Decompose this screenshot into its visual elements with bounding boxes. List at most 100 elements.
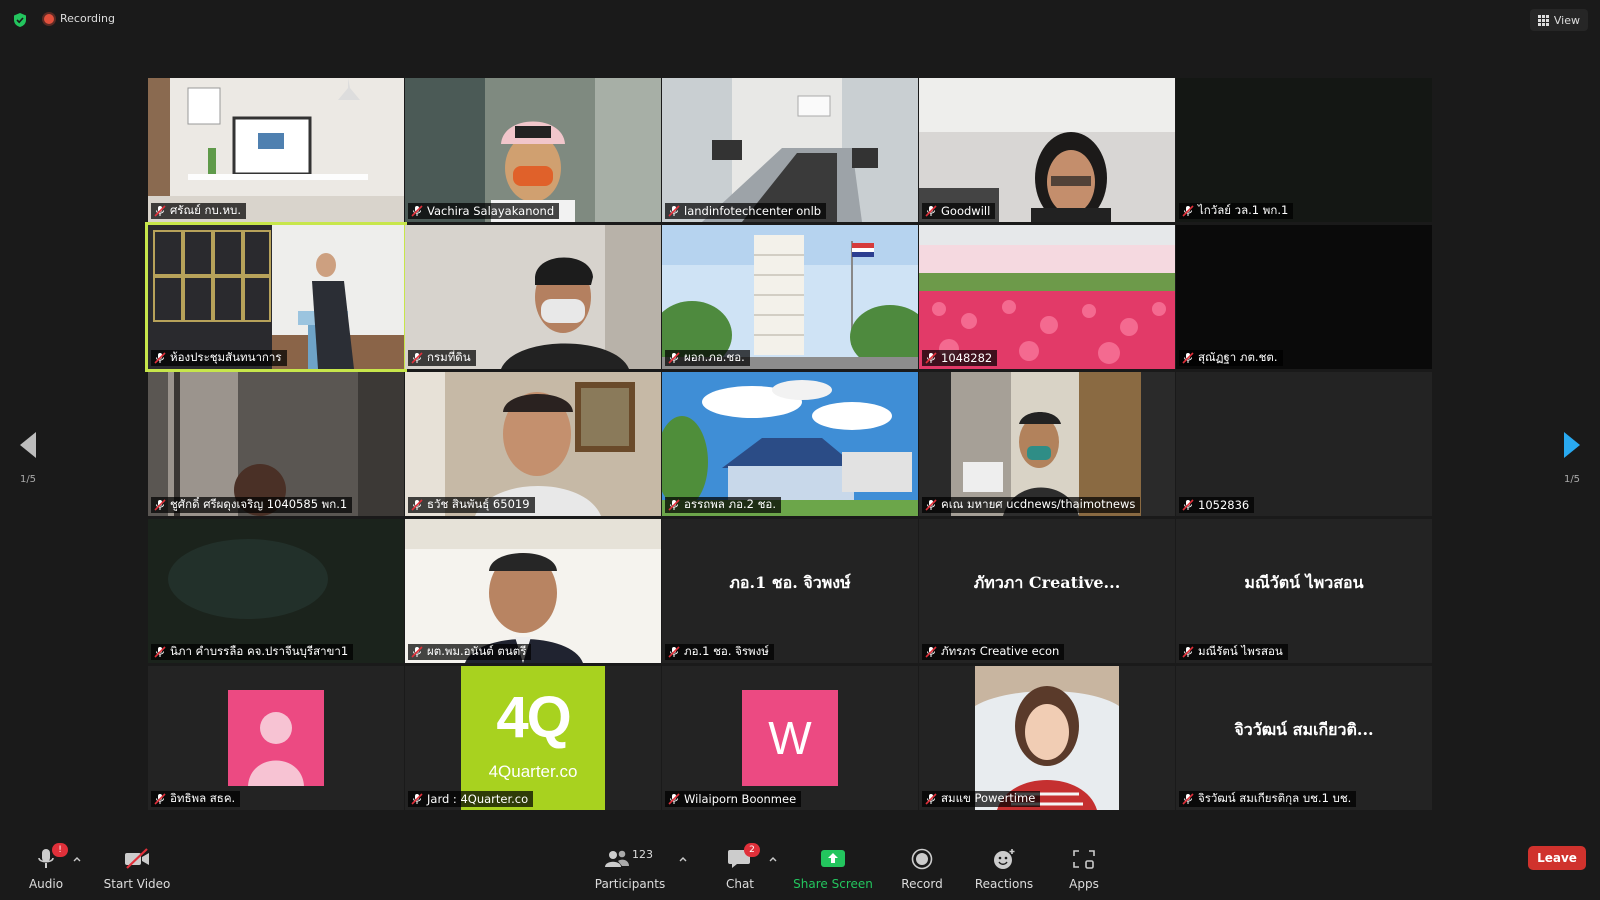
participant-name-label: ผต.พม.อนันต์ ตนตรี: [408, 644, 532, 660]
participant-tile[interactable]: ชูศักดิ์ ศรีผดุงเจริญ 1040585 พก.1: [148, 372, 404, 516]
video-feed: [1176, 225, 1432, 369]
participant-name: ธวัช สินพันธุ์ 65019: [427, 497, 530, 511]
participant-name-label: ผอก.ภอ.ชอ.: [665, 350, 750, 366]
previous-page-button[interactable]: 1/5: [8, 430, 48, 490]
participant-name-label: สุณัฏฐา ภต.ชต.: [1179, 350, 1283, 366]
muted-microphone-icon: [925, 646, 937, 658]
muted-microphone-icon: [1182, 499, 1194, 511]
participant-name-label: 1052836: [1179, 497, 1255, 513]
view-button[interactable]: View: [1529, 9, 1588, 31]
next-page-button[interactable]: 1/5: [1552, 430, 1592, 490]
start-video-label: Start Video: [103, 877, 171, 891]
participant-tile[interactable]: W Wilaiporn Boonmee: [662, 666, 918, 810]
chat-button[interactable]: 2 Chat: [722, 838, 760, 900]
muted-microphone-icon: [668, 646, 680, 658]
reactions-button[interactable]: Reactions: [975, 838, 1033, 900]
participant-name-label: สมแข Powertime: [922, 791, 1041, 807]
participant-name: คเณ มหายศ ucdnews/thaimotnews: [941, 497, 1136, 511]
security-shield-icon[interactable]: [12, 12, 28, 28]
participant-name: ห้องประชุมสันทนาการ: [170, 350, 282, 364]
letter-avatar: W: [742, 690, 838, 786]
muted-microphone-icon: [1182, 352, 1194, 364]
muted-microphone-icon: [411, 205, 423, 217]
participant-tile[interactable]: ภอ.1 ชอ. จิวพงษ์ ภอ.1 ชอ. จิรพงษ์: [662, 519, 918, 663]
participant-tile[interactable]: นิภา คำบรรลือ คจ.ปราจีนบุรีสาขา1: [148, 519, 404, 663]
participant-display-name: ภอ.1 ชอ. จิวพงษ์: [729, 573, 851, 592]
chat-options-chevron-icon[interactable]: [768, 854, 778, 864]
participant-display-name: มณีวัตน์ ไพวสอน: [1244, 573, 1364, 592]
participant-name-label: คเณ มหายศ ucdnews/thaimotnews: [922, 497, 1141, 513]
participant-tile[interactable]: 1052836: [1176, 372, 1432, 516]
audio-warning-badge: !: [52, 843, 68, 857]
muted-microphone-icon: [411, 499, 423, 511]
participant-tile[interactable]: 1048282: [919, 225, 1175, 369]
video-feed: [919, 78, 1175, 222]
participant-tile[interactable]: จิววัฒน์ สมเกียวติ... จิรวัฒน์ สมเกียรติก…: [1176, 666, 1432, 810]
participants-button[interactable]: 123 Participants: [595, 838, 666, 900]
video-feed: [405, 519, 661, 663]
share-screen-icon: [821, 850, 845, 867]
grid-view-icon: [1537, 14, 1549, 26]
participant-tile[interactable]: 4Q 4Quarter.co Jard : 4Quarter.co: [405, 666, 661, 810]
participants-options-chevron-icon[interactable]: [678, 854, 688, 864]
participant-tile[interactable]: สมแข Powertime: [919, 666, 1175, 810]
logo-wordmark: 4Quarter.co: [488, 762, 578, 781]
meeting-toolbar: ! Audio Start Video 123 Participants 2 C…: [0, 838, 1600, 900]
video-feed: [919, 666, 1175, 810]
participant-tile[interactable]: ห้องประชุมสันทนาการ: [145, 222, 407, 372]
apps-icon: [1073, 850, 1095, 869]
arrow-right-icon: [1564, 432, 1580, 458]
muted-microphone-icon: [925, 499, 937, 511]
participant-tile[interactable]: ธวัช สินพันธุ์ 65019: [405, 372, 661, 516]
participant-name: ผต.พม.อนันต์ ตนตรี: [427, 644, 527, 658]
leave-meeting-button[interactable]: Leave: [1528, 846, 1586, 870]
audio-options-chevron-icon[interactable]: [72, 854, 82, 864]
participant-name-label: อิทธิพล สธค.: [151, 791, 241, 807]
participant-name: กรมที่ดิน: [427, 350, 471, 364]
video-feed: [662, 78, 918, 222]
participant-name: ไกวัลย์ วล.1 พก.1: [1198, 203, 1289, 217]
record-button[interactable]: Record: [900, 838, 944, 900]
participant-tile[interactable]: อิทธิพล สธค.: [148, 666, 404, 810]
participant-name-label: นิภา คำบรรลือ คจ.ปราจีนบุรีสาขา1: [151, 644, 354, 660]
participant-tile[interactable]: ไกวัลย์ วล.1 พก.1: [1176, 78, 1432, 222]
avatar-letter: W: [768, 712, 812, 764]
participant-tile[interactable]: ภัทวภา Creative... ภัทรภร Creative econ: [919, 519, 1175, 663]
muted-microphone-icon: [1182, 793, 1194, 805]
participant-name: จิรวัฒน์ สมเกียรติกุล บช.1 บช.: [1198, 791, 1352, 805]
participant-name-label: 1048282: [922, 350, 998, 366]
participant-tile[interactable]: ผต.พม.อนันต์ ตนตรี: [405, 519, 661, 663]
participant-name: อิทธิพล สธค.: [170, 791, 236, 805]
apps-button[interactable]: Apps: [1066, 838, 1102, 900]
participant-name: 1048282: [941, 351, 993, 365]
muted-microphone-icon: [1182, 205, 1194, 217]
participant-tile[interactable]: คเณ มหายศ ucdnews/thaimotnews: [919, 372, 1175, 516]
participant-tile[interactable]: Vachira Salayakanond: [405, 78, 661, 222]
participant-tile[interactable]: กรมที่ดิน: [405, 225, 661, 369]
participant-display-name: ภัทวภา Creative...: [973, 573, 1121, 592]
participant-tile[interactable]: Goodwill: [919, 78, 1175, 222]
recording-dot-icon: [44, 13, 54, 24]
participant-tile[interactable]: landinfotechcenter onlb: [662, 78, 918, 222]
participant-name-label: landinfotechcenter onlb: [665, 203, 827, 219]
participant-name: landinfotechcenter onlb: [684, 204, 822, 218]
muted-microphone-icon: [154, 646, 166, 658]
participant-name-label: Goodwill: [922, 203, 996, 219]
participants-icon: [605, 850, 629, 867]
start-video-button[interactable]: Start Video: [102, 838, 172, 900]
participant-name-label: ไกวัลย์ วล.1 พก.1: [1179, 203, 1294, 219]
participant-tile[interactable]: ศรัณย์ กบ.หบ.: [148, 78, 404, 222]
logo-mark: 4Q: [496, 685, 571, 750]
video-camera-off-icon: [125, 848, 149, 869]
participant-name-label: Jard : 4Quarter.co: [408, 791, 534, 807]
participant-tile[interactable]: ผอก.ภอ.ชอ.: [662, 225, 918, 369]
participant-name: สมแข Powertime: [941, 791, 1036, 805]
audio-button[interactable]: ! Audio: [26, 838, 68, 900]
share-screen-button[interactable]: Share Screen: [793, 838, 873, 900]
recording-indicator[interactable]: Recording: [44, 12, 115, 25]
muted-microphone-icon: [154, 205, 166, 217]
participant-tile[interactable]: สุณัฏฐา ภต.ชต.: [1176, 225, 1432, 369]
participant-tile[interactable]: มณีวัตน์ ไพวสอน มณีรัตน์ ไพรสอน: [1176, 519, 1432, 663]
view-label: View: [1553, 13, 1580, 27]
participant-tile[interactable]: อรรถพล ภอ.2 ชอ.: [662, 372, 918, 516]
